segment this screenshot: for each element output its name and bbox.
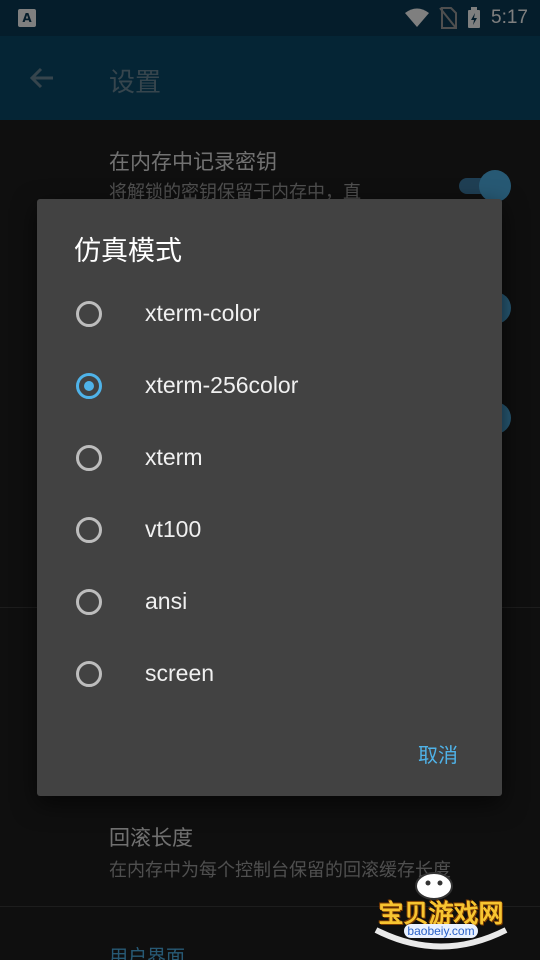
option-ansi[interactable]: ansi	[37, 568, 502, 640]
radio-button[interactable]	[76, 517, 102, 543]
option-screen[interactable]: screen	[37, 640, 502, 712]
dialog-title: 仿真模式	[74, 236, 182, 267]
option-label: ansi	[145, 588, 188, 614]
option-xterm-color[interactable]: xterm-color	[37, 280, 502, 352]
radio-button[interactable]	[76, 445, 102, 471]
watermark-logo: 宝贝游戏网 baobeiy.com	[366, 868, 516, 953]
option-label: xterm	[145, 444, 203, 470]
screen: A 5:17 设置 在内存中记录密钥 将解锁的密钥保留于内存中，直 回滚长度 在…	[0, 0, 540, 960]
option-label: xterm-color	[145, 300, 261, 326]
option-vt100[interactable]: vt100	[37, 496, 502, 568]
radio-button[interactable]	[76, 301, 102, 327]
option-label: screen	[145, 660, 215, 686]
option-xterm-256color[interactable]: xterm-256color	[37, 352, 502, 424]
cancel-button[interactable]: 取消	[406, 731, 470, 776]
radio-button[interactable]	[76, 661, 102, 687]
radio-button[interactable]	[76, 589, 102, 615]
option-label: xterm-256color	[145, 372, 299, 398]
option-label: vt100	[145, 516, 202, 542]
radio-button-selected[interactable]	[76, 373, 102, 399]
watermark-url: baobeiy.com	[404, 924, 478, 938]
option-xterm[interactable]: xterm	[37, 424, 502, 496]
emulation-mode-dialog: 仿真模式 xterm-color xterm-256color xterm vt…	[37, 199, 502, 796]
